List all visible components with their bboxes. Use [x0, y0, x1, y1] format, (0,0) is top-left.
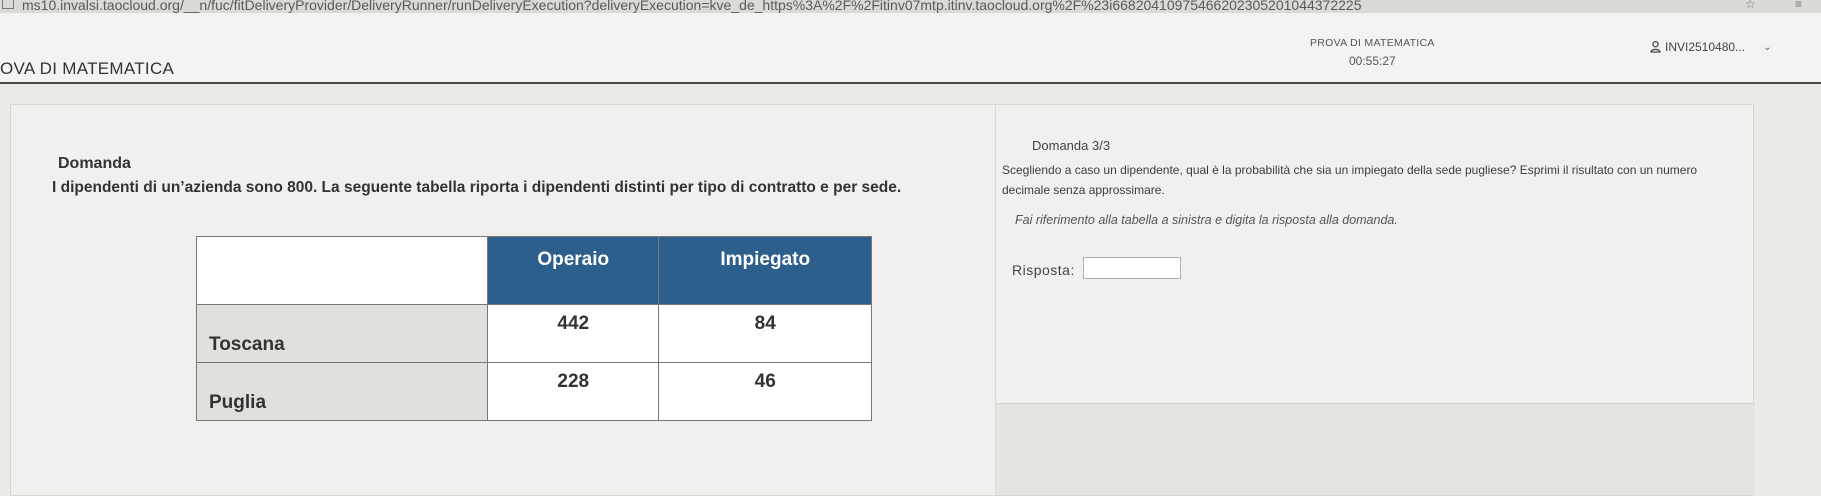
table-cell: 46 — [658, 362, 872, 421]
user-id: INVI2510480... — [1665, 40, 1746, 54]
answer-input[interactable] — [1083, 257, 1181, 279]
row-header-puglia: Puglia — [196, 362, 488, 421]
question-hint: Fai riferimento alla tabella a sinistra … — [1015, 213, 1398, 227]
browser-address-bar[interactable]: ms10.invalsi.taocloud.org/__n/fuc/fitDel… — [0, 0, 1821, 13]
user-menu[interactable]: INVI2510480... ⌄ — [1650, 40, 1771, 54]
lower-panel — [995, 403, 1755, 495]
test-name: PROVA DI MATEMATICA — [1310, 37, 1435, 49]
column-header-operaio: Operaio — [486, 236, 660, 305]
row-header-toscana: Toscana — [196, 304, 488, 363]
answer-label: Risposta: — [1012, 262, 1075, 278]
chevron-down-icon[interactable]: ⌄ — [1763, 42, 1771, 53]
app-title: OVA DI MATEMATICA — [0, 59, 175, 78]
app-header: OVA DI MATEMATICA PROVA DI MATEMATICA 00… — [0, 13, 1821, 84]
table-corner-cell — [196, 236, 488, 305]
question-number: Domanda 3/3 — [1032, 138, 1111, 153]
bookmark-star-icon[interactable]: ☆ — [1745, 0, 1756, 10]
user-icon — [1650, 41, 1661, 53]
question-text: Scegliendo a caso un dipendente, qual è … — [1002, 163, 1698, 197]
browser-menu-icon[interactable]: ≡ — [1795, 0, 1802, 10]
table-cell: 84 — [658, 304, 872, 363]
question-stem: I dipendenti di un’azienda sono 800. La … — [52, 179, 902, 196]
data-table: Operaio Impiegato Toscana 442 84 Puglia … — [196, 236, 872, 421]
table-row: Toscana 442 84 — [196, 304, 872, 363]
stimulus-label: Domanda — [58, 155, 131, 172]
tab-icon — [2, 0, 14, 9]
url-text[interactable]: ms10.invalsi.taocloud.org/__n/fuc/fitDel… — [22, 0, 1362, 12]
timer: 00:55:27 — [1349, 54, 1396, 68]
test-info: PROVA DI MATEMATICA 00:55:27 — [1310, 37, 1435, 68]
table-cell: 228 — [486, 362, 660, 421]
panel-divider — [995, 104, 996, 494]
column-header-impiegato: Impiegato — [658, 236, 872, 305]
table-row: Puglia 228 46 — [196, 362, 872, 421]
table-cell: 442 — [486, 304, 660, 363]
